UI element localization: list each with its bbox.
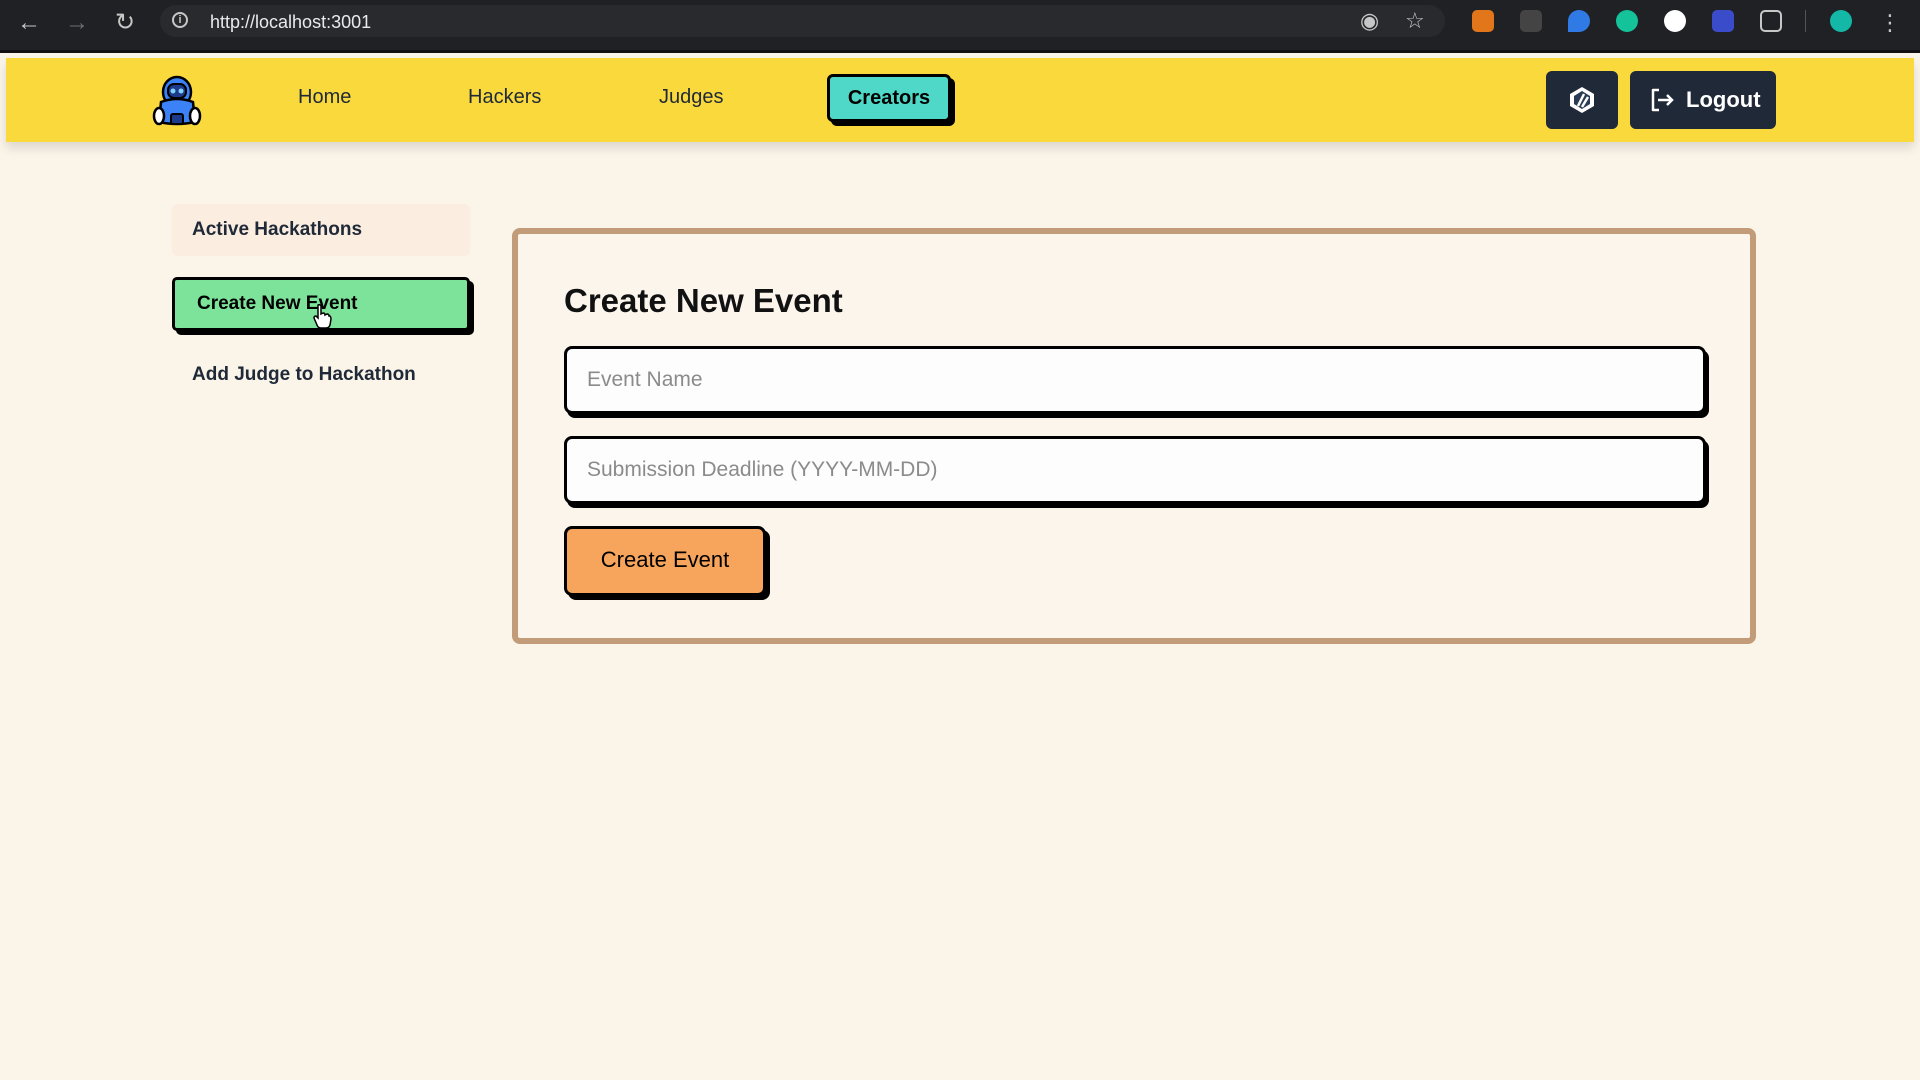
metamask-extension-icon[interactable] bbox=[1472, 10, 1494, 32]
event-name-input[interactable] bbox=[564, 346, 1706, 414]
sidebar-item-add-judge[interactable]: Add Judge to Hackathon bbox=[172, 349, 470, 401]
address-bar[interactable]: i http://localhost:3001 ◉ ☆ bbox=[160, 5, 1445, 37]
w-extension-icon[interactable] bbox=[1664, 10, 1686, 32]
extension-icon[interactable] bbox=[1520, 10, 1542, 32]
site-info-icon[interactable]: i bbox=[172, 12, 188, 28]
bookmark-star-icon[interactable]: ☆ bbox=[1405, 8, 1425, 34]
arbitrum-icon bbox=[1570, 87, 1594, 113]
sidebar-item-active-hackathons[interactable]: Active Hackathons bbox=[172, 204, 470, 256]
robot-logo-icon[interactable] bbox=[149, 72, 205, 128]
extensions-puzzle-icon[interactable] bbox=[1760, 10, 1782, 32]
eye-icon[interactable]: ◉ bbox=[1360, 8, 1379, 34]
nav-creators[interactable]: Creators bbox=[827, 74, 951, 122]
grammarly-extension-icon[interactable] bbox=[1616, 10, 1638, 32]
reload-icon[interactable]: ↻ bbox=[110, 8, 140, 38]
page-title: Create New Event bbox=[564, 282, 843, 319]
logout-icon bbox=[1651, 88, 1674, 112]
toolbar-divider bbox=[1805, 10, 1806, 32]
logout-button[interactable]: Logout bbox=[1630, 71, 1776, 129]
gem-extension-icon[interactable] bbox=[1568, 10, 1590, 32]
submission-deadline-input[interactable] bbox=[564, 436, 1706, 504]
pen-extension-icon[interactable] bbox=[1712, 10, 1734, 32]
nav-judges[interactable]: Judges bbox=[659, 86, 724, 109]
browser-toolbar: ← → ↻ i http://localhost:3001 ◉ ☆ ⋮ bbox=[0, 0, 1920, 53]
wallet-button[interactable] bbox=[1546, 71, 1618, 129]
app-header: Home Hackers Judges Creators Logout bbox=[6, 58, 1914, 142]
url-text[interactable]: http://localhost:3001 bbox=[210, 12, 371, 33]
create-event-button[interactable]: Create Event bbox=[564, 526, 766, 596]
create-event-card: Create New Event Create Event bbox=[512, 228, 1756, 644]
back-icon[interactable]: ← bbox=[14, 8, 44, 38]
profile-avatar[interactable] bbox=[1830, 10, 1852, 32]
nav-home[interactable]: Home bbox=[298, 86, 351, 109]
forward-icon[interactable]: → bbox=[62, 8, 92, 38]
nav-hackers[interactable]: Hackers bbox=[468, 86, 541, 109]
hand-cursor-icon bbox=[313, 303, 332, 329]
more-menu-icon[interactable]: ⋮ bbox=[1875, 8, 1905, 38]
logout-label: Logout bbox=[1686, 87, 1761, 112]
